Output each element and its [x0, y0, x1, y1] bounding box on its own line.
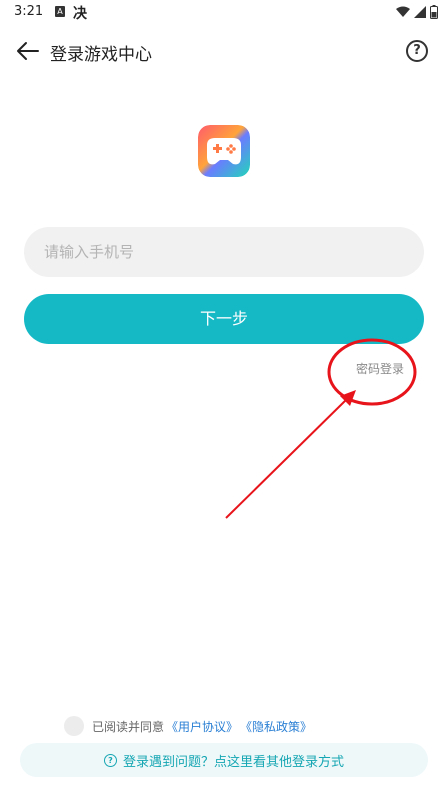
phone-input[interactable] [24, 227, 424, 277]
game-center-logo [198, 125, 250, 177]
red-annotation-overlay [225, 338, 417, 519]
page-title: 登录游戏中心 [50, 45, 152, 65]
status-icons [396, 5, 438, 19]
wifi-icon [396, 6, 410, 17]
annotation-arrow-head [340, 390, 356, 406]
user-agreement-link[interactable]: 《用户协议》 [166, 718, 238, 735]
notification-app-icon: 决 [73, 6, 87, 22]
battery-icon [430, 5, 438, 19]
status-time: 3:21 [14, 4, 44, 19]
gamepad-logo-icon [198, 125, 250, 177]
back-button[interactable] [14, 36, 44, 66]
annotation-arrow-line [225, 397, 349, 519]
status-bar: 3:21 A 决 [0, 0, 448, 26]
login-help-bar[interactable]: ? 登录遇到问题？点这里看其他登录方式 [20, 743, 428, 777]
question-circle-icon: ? [103, 753, 117, 767]
header: 登录游戏中心 ? [0, 30, 448, 72]
login-help-text: 登录遇到问题？点这里看其他登录方式 [122, 754, 344, 770]
back-arrow-icon [17, 42, 39, 60]
help-button[interactable]: ? [406, 40, 428, 62]
agreement-text: 已阅读并同意 [92, 719, 165, 734]
password-login-link[interactable]: 密码登录 [356, 360, 404, 377]
next-step-button[interactable]: 下一步 [24, 294, 424, 344]
notification-a-icon: A [55, 6, 65, 17]
agreement-row: 已阅读并同意 《用户协议》 《隐私政策》 [64, 715, 312, 737]
agreement-checkbox[interactable] [64, 716, 84, 736]
signal-icon [414, 6, 426, 18]
privacy-policy-link[interactable]: 《隐私政策》 [240, 718, 312, 735]
